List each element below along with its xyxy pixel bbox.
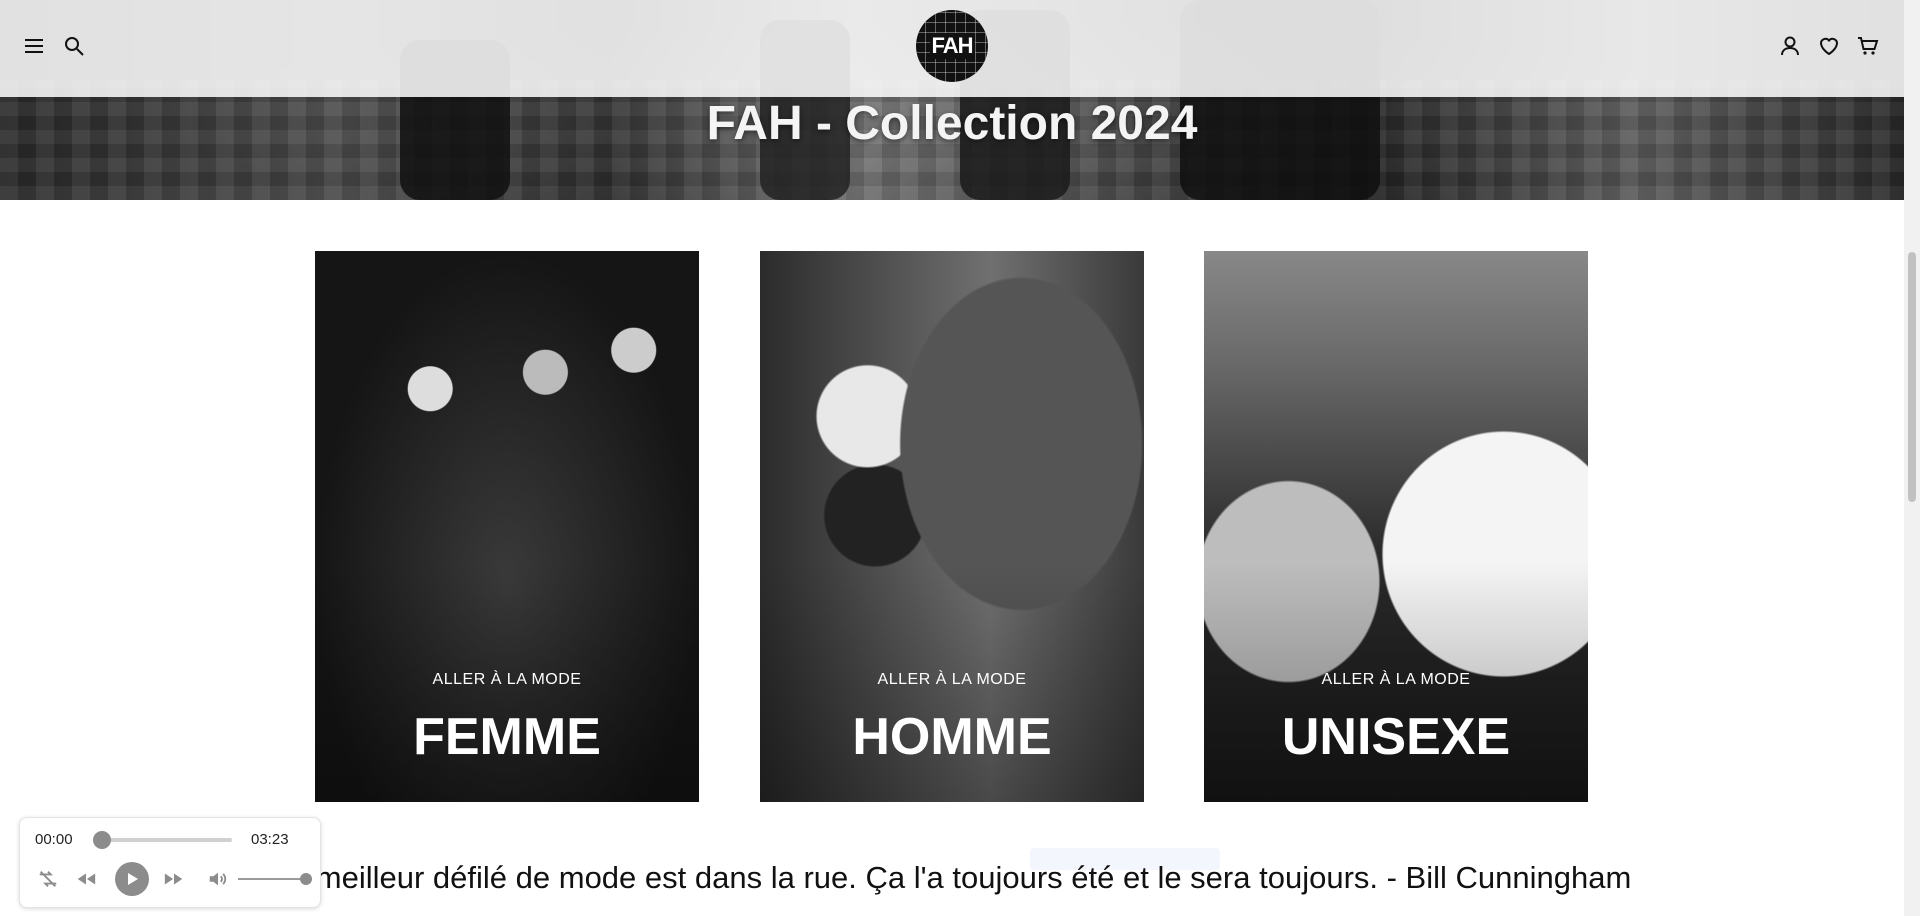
volume-slider[interactable] (238, 873, 312, 885)
progress-slider[interactable] (93, 831, 232, 849)
play-icon (128, 873, 138, 885)
card-title: FEMME (413, 708, 601, 766)
play-button[interactable] (115, 862, 149, 896)
card-homme[interactable]: ALLER À LA MODE HOMME (760, 251, 1144, 802)
site-logo[interactable]: FAH (916, 10, 988, 82)
page-scrollbar[interactable] (1904, 0, 1920, 916)
wishlist-icon[interactable] (1817, 34, 1841, 58)
rewind-icon[interactable] (73, 866, 99, 892)
shuffle-icon[interactable] (35, 866, 61, 892)
card-title: HOMME (852, 708, 1052, 766)
volume-thumb[interactable] (300, 873, 312, 885)
logo-text: FAH (929, 33, 975, 59)
account-icon[interactable] (1778, 34, 1802, 58)
search-icon[interactable] (62, 34, 86, 58)
hero-title: FAH - Collection 2024 (706, 97, 1198, 150)
fast-forward-icon[interactable] (161, 866, 187, 892)
progress-thumb[interactable] (93, 831, 111, 849)
site-header: FAH (0, 0, 1904, 97)
card-unisexe[interactable]: ALLER À LA MODE UNISEXE (1204, 251, 1588, 802)
menu-icon[interactable] (22, 34, 46, 58)
card-title: UNISEXE (1281, 708, 1511, 766)
cart-icon[interactable] (1856, 34, 1880, 58)
card-kicker: ALLER À LA MODE (877, 671, 1027, 688)
volume-icon[interactable] (205, 866, 231, 892)
scrollbar-thumb[interactable] (1908, 252, 1916, 502)
card-kicker: ALLER À LA MODE (1321, 671, 1471, 688)
duration: 03:23 (251, 831, 289, 848)
volume-fill (238, 878, 306, 880)
current-time: 00:00 (35, 831, 73, 848)
card-kicker: ALLER À LA MODE (432, 671, 582, 688)
audio-player: 00:00 03:23 (19, 817, 321, 908)
card-femme[interactable]: ALLER À LA MODE FEMME (315, 251, 699, 802)
